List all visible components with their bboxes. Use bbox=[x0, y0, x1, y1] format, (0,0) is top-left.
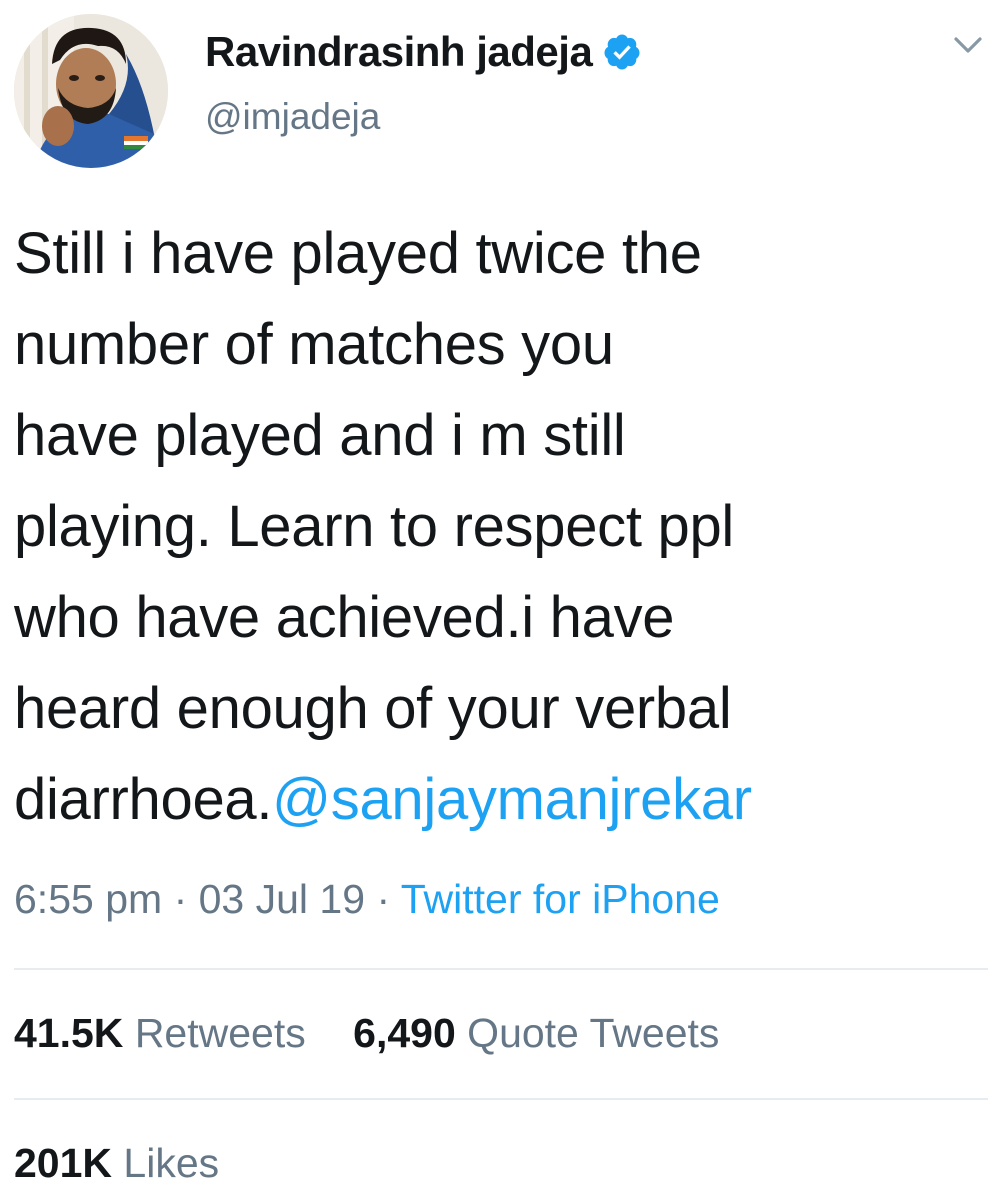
meta-separator: · bbox=[173, 876, 188, 922]
avatar[interactable] bbox=[14, 14, 168, 168]
quote-tweets-label: Quote Tweets bbox=[467, 1010, 720, 1056]
likes-label: Likes bbox=[123, 1140, 220, 1186]
engagement-stats: 41.5K Retweets 6,490 Quote Tweets bbox=[14, 1010, 719, 1057]
tweet-text-line: Still i have played twice the bbox=[14, 221, 702, 286]
tweet-text-line: playing. Learn to respect ppl bbox=[14, 494, 734, 559]
likes-count: 201K bbox=[14, 1140, 113, 1186]
author-handle[interactable]: @imjadeja bbox=[205, 96, 380, 138]
verified-badge-icon bbox=[602, 32, 642, 72]
likes-stat[interactable]: 201K Likes bbox=[14, 1140, 219, 1187]
divider bbox=[14, 1098, 988, 1100]
tweet-meta: 6:55 pm · 03 Jul 19 · Twitter for iPhone bbox=[14, 876, 720, 923]
tweet-date[interactable]: 03 Jul 19 bbox=[199, 876, 365, 922]
tweet-text-line: have played and i m still bbox=[14, 403, 626, 468]
tweet-time[interactable]: 6:55 pm bbox=[14, 876, 162, 922]
divider bbox=[14, 968, 988, 970]
tweet-text: Still i have played twice the number of … bbox=[14, 208, 974, 845]
author-display-name[interactable]: Ravindrasinh jadeja bbox=[205, 28, 593, 76]
avatar-image bbox=[14, 14, 168, 168]
tweet-text-last-line: diarrhoea.@sanjaymanjrekar bbox=[14, 754, 974, 845]
tweet-card: Ravindrasinh jadeja @imjadeja Still i ha… bbox=[0, 0, 992, 1200]
mention-link[interactable]: @sanjaymanjrekar bbox=[272, 767, 752, 832]
retweets-stat[interactable]: 41.5K Retweets bbox=[14, 1010, 317, 1056]
retweets-count: 41.5K bbox=[14, 1010, 124, 1056]
tweet-text-line: heard enough of your verbal bbox=[14, 676, 732, 741]
quote-tweets-count: 6,490 bbox=[353, 1010, 456, 1056]
tweet-source-link[interactable]: Twitter for iPhone bbox=[401, 876, 720, 922]
retweets-label: Retweets bbox=[134, 1010, 306, 1056]
tweet-text-line: who have achieved.i have bbox=[14, 585, 675, 650]
tweet-text-fragment: diarrhoea. bbox=[14, 767, 273, 832]
quote-tweets-stat[interactable]: 6,490 Quote Tweets bbox=[353, 1010, 719, 1056]
tweet-text-line: number of matches you bbox=[14, 312, 614, 377]
meta-separator: · bbox=[376, 876, 391, 922]
chevron-down-icon[interactable] bbox=[950, 32, 986, 58]
author-name-row[interactable]: Ravindrasinh jadeja bbox=[205, 24, 642, 80]
